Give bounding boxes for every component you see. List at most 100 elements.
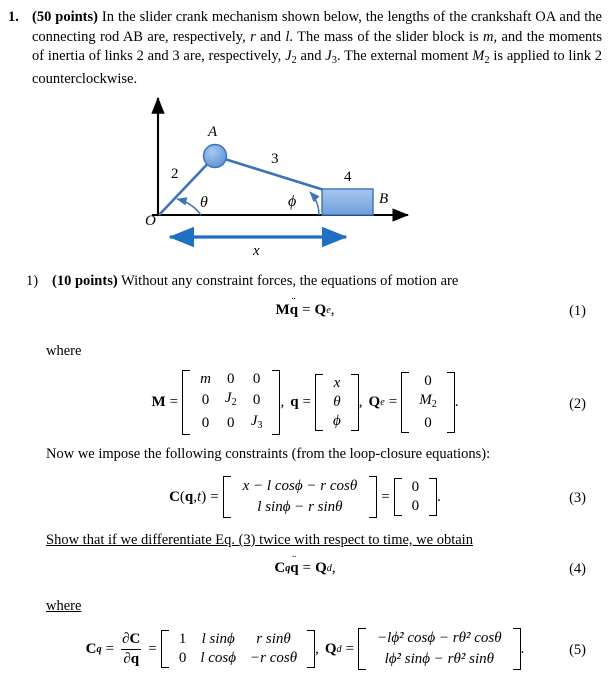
bracket-right-C — [369, 476, 378, 518]
matrix-Qe: 0 M2 0 — [401, 372, 455, 434]
eq5-Qd-label: Q — [324, 640, 337, 657]
eq2-equals-2: = — [302, 394, 312, 411]
double-dot-accent: ¨ — [292, 552, 297, 566]
cell-m22: J2 — [218, 389, 244, 412]
label-point-a: A — [208, 124, 218, 140]
matrix-q: x θ ϕ — [315, 374, 359, 432]
partial-symbol-den: ∂ — [123, 650, 131, 667]
bracket-right-Cq — [307, 630, 316, 668]
cell-q1: x — [333, 375, 341, 392]
cell-m22-sym: J — [224, 390, 232, 406]
bracket-left-M — [182, 370, 191, 436]
equation-1-number: (1) — [569, 303, 586, 319]
eq1-equals: = — [302, 302, 311, 318]
eq2-comma-1: , — [280, 394, 285, 411]
eq3-equals-2: = — [381, 488, 390, 505]
cell-q2: θ — [333, 394, 341, 411]
cell-m11: m — [200, 371, 211, 387]
matrix-row: x — [326, 374, 348, 393]
matrix-Cq-table: 1 l sinϕ r sinθ 0 l cosϕ −r cosθ — [172, 630, 304, 668]
eq1-q-ddot: ¨ q — [290, 296, 298, 319]
cell-qe3: 0 — [424, 415, 432, 432]
matrix-row: l sinϕ − r sinθ — [234, 497, 367, 518]
eq3-paren-close: ) — [201, 488, 207, 505]
eq2-Qe-sub: e — [380, 397, 385, 409]
matrix-Qd-table: −lϕ̇² cosϕ − rθ̇² cosθ lϕ̇² sinϕ − rθ̇² … — [369, 628, 510, 670]
partial-symbol-num: ∂ — [122, 631, 130, 648]
equation-1: M ¨ q = Qe, (1) — [0, 296, 610, 319]
fraction-denominator: ∂q — [121, 648, 142, 667]
cell-qe2: M2 — [412, 391, 444, 414]
eq5-Qd-sub: d — [336, 643, 342, 655]
link-3-connecting-rod — [214, 154, 325, 192]
cell-cq13: r sinθ — [256, 631, 291, 647]
matrix-row: −lϕ̇² cosϕ − rθ̇² cosθ — [369, 628, 510, 649]
problem-text-2: . The mass of the slider block is — [289, 28, 484, 45]
partial-derivative-fraction: ∂C ∂q — [120, 631, 142, 667]
matrix-row: 0 — [412, 414, 444, 433]
eq2-equals-1: = — [169, 394, 179, 411]
label-x-dimension: x — [253, 243, 260, 259]
equation-2-number: (2) — [569, 396, 586, 412]
problem-number: 1. — [8, 9, 19, 25]
cell-cq22: l cosϕ — [200, 650, 236, 666]
label-link-2: 2 — [171, 166, 179, 182]
matrix-row: ϕ — [326, 412, 348, 431]
cell-cq11: 1 — [178, 631, 187, 647]
show-that-paragraph: Show that if we differentiate Eq. (3) tw… — [46, 532, 473, 548]
eq4-equals: = — [302, 560, 312, 576]
eq2-equals-3: = — [388, 394, 398, 411]
matrix-zero-table: 0 0 — [405, 478, 427, 516]
double-dot-accent: ¨ — [291, 294, 297, 308]
cell-m21: 0 — [201, 392, 210, 409]
eq1-M: M — [275, 302, 290, 318]
matrix-row: 0 — [405, 497, 427, 516]
matrix-row: 0 0 J3 — [193, 412, 269, 435]
cell-z1: 0 — [411, 479, 420, 495]
slider-block — [321, 188, 374, 216]
bracket-right-zero — [429, 478, 438, 516]
bracket-left-Qe — [401, 372, 410, 434]
cell-m31: 0 — [201, 415, 210, 432]
matrix-row: 0 — [405, 478, 427, 497]
equation-4: Cq ¨ q = Qd, (4) — [0, 554, 610, 577]
equation-4-number: (4) — [569, 561, 586, 577]
eq2-q-label: q — [290, 394, 299, 411]
constraints-paragraph: Now we impose the following constraints … — [46, 446, 491, 462]
cell-qe2-sub: 2 — [431, 399, 437, 411]
where-label-1: where — [46, 343, 82, 359]
equation-5: Cq = ∂C ∂q = 1 l sinϕ r sinθ 0 l cosϕ −r… — [0, 628, 610, 670]
subpart-text: (10 points) Without any constraint force… — [52, 272, 596, 292]
eq5-Cq-label: C — [85, 640, 97, 657]
matrix-row: x − l cosϕ − r cosθ — [234, 476, 367, 497]
problem-and-2: and — [296, 48, 326, 64]
fraction-den-q: q — [130, 650, 140, 667]
theta-angle-arc — [176, 197, 202, 216]
cell-qd1: −lϕ̇² cosϕ − rθ̇² cosθ — [377, 630, 502, 646]
cell-qe2-sym: M — [419, 392, 432, 409]
eq5-equals-3: = — [345, 640, 355, 657]
eq4-Q: Q — [315, 560, 327, 576]
matrix-row: 0 J2 0 — [193, 389, 269, 412]
label-phi: ϕ — [288, 193, 297, 210]
bracket-right-Qe — [446, 372, 455, 434]
joint-a-circle — [202, 143, 228, 169]
slider-crank-svg — [151, 96, 410, 248]
cell-qd2: lϕ̇² sinϕ − rθ̇² sinθ — [384, 651, 495, 667]
problem-points: (50 points) — [32, 9, 98, 25]
matrix-row: 0 l cosϕ −r cosθ — [172, 649, 304, 668]
bracket-right-M — [272, 370, 281, 436]
bracket-left-C — [222, 476, 231, 518]
subpart-description: Without any constraint forces, the equat… — [117, 273, 459, 289]
cell-c1: x − l cosϕ − r cosθ — [242, 478, 358, 494]
cell-m32: 0 — [227, 415, 235, 432]
equation-5-number: (5) — [569, 642, 586, 658]
bracket-right-q — [350, 374, 359, 432]
cell-m13: 0 — [252, 371, 261, 387]
equation-2-body: M = m 0 0 0 J2 0 0 0 J3 , q = x θ ϕ , Q … — [151, 370, 459, 436]
eq3-arg-q: q — [184, 488, 194, 505]
bracket-left-zero — [393, 478, 402, 516]
subpart-points: (10 points) — [52, 273, 118, 289]
subpart-1: 1) (10 points) Without any constraint fo… — [26, 272, 596, 292]
equation-1-body: M ¨ q = Qe, — [275, 296, 335, 319]
